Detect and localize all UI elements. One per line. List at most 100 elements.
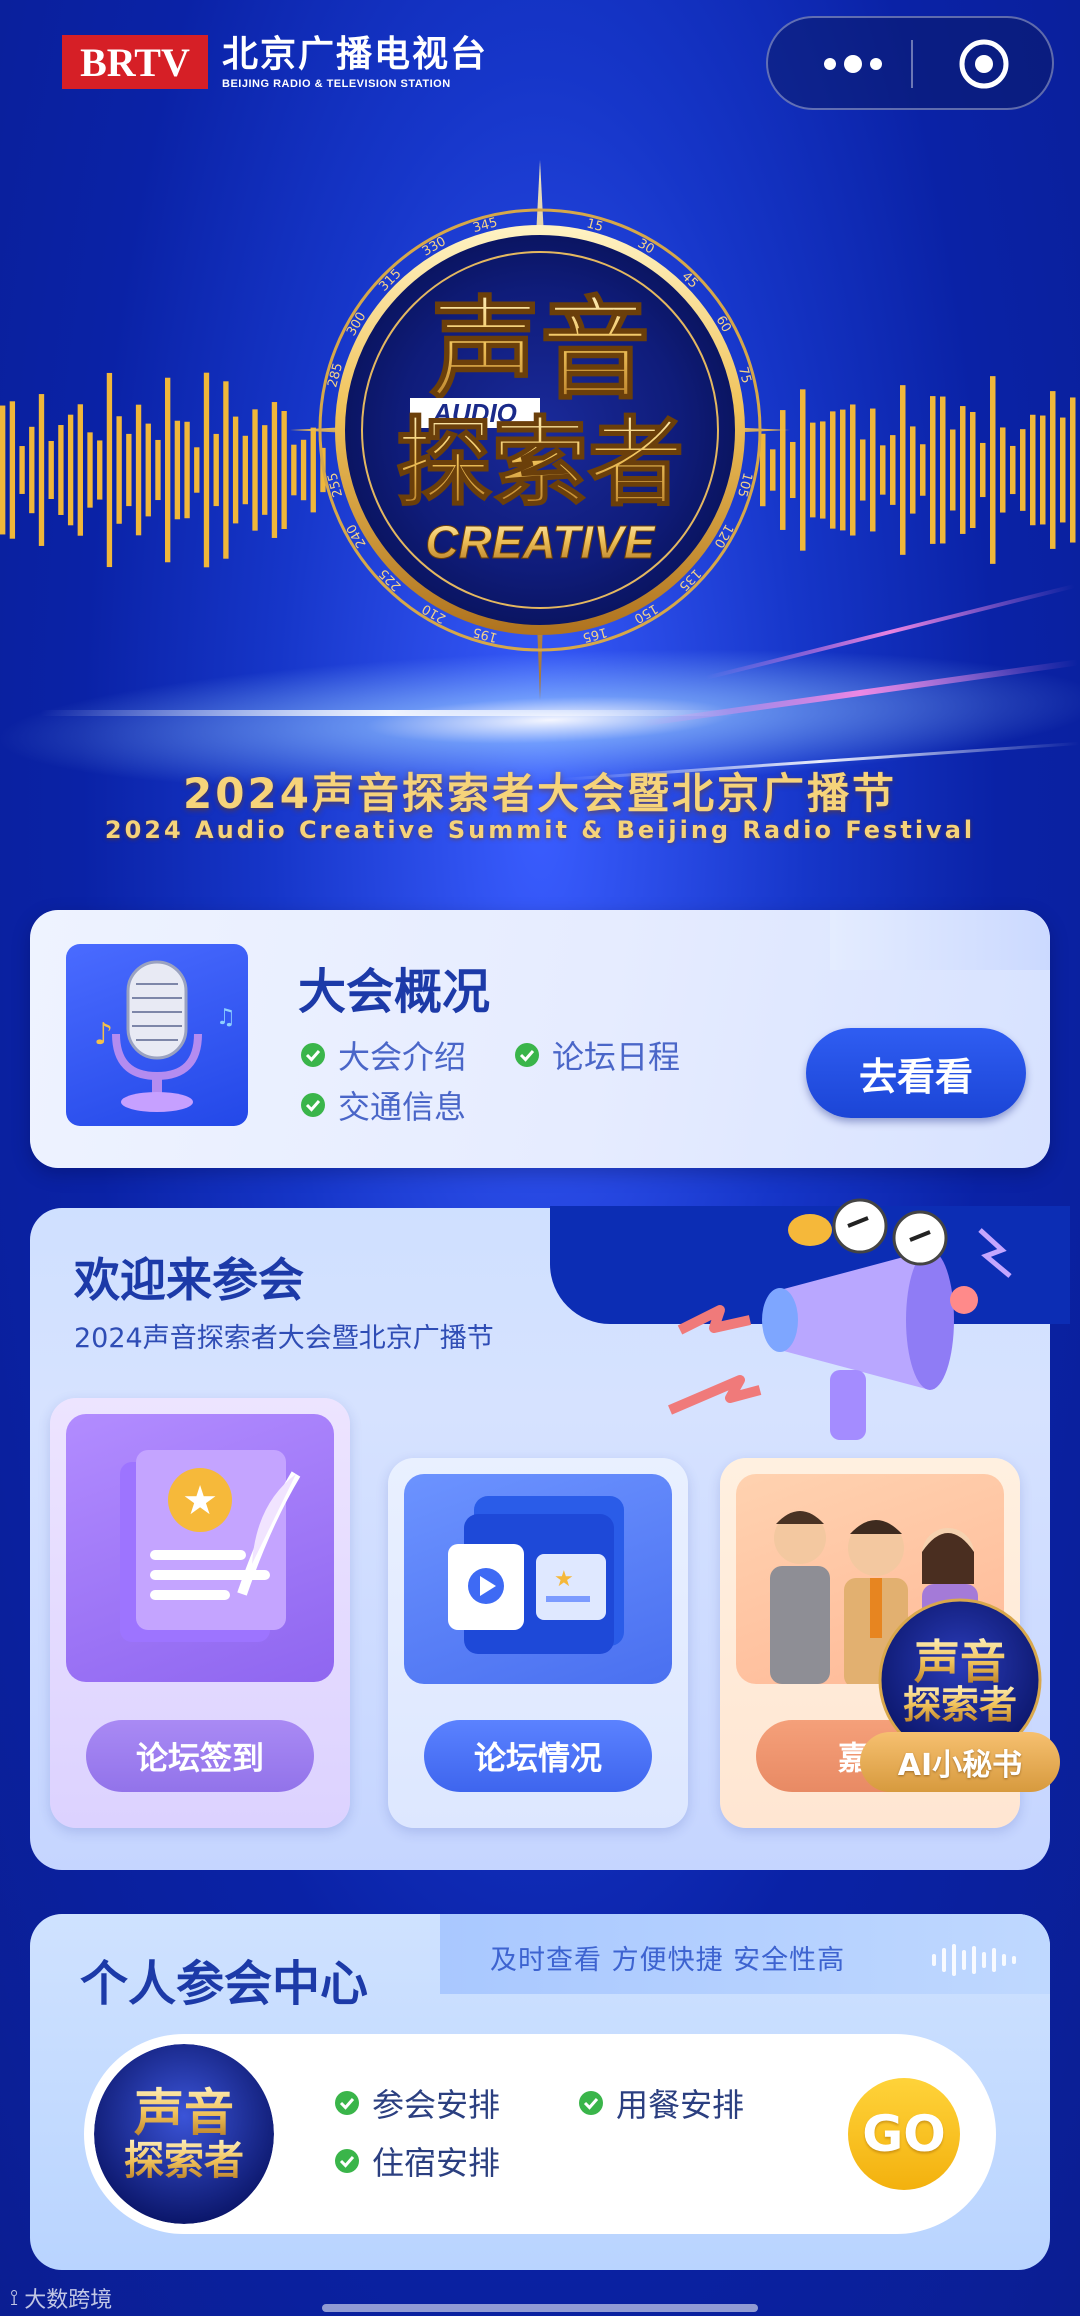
sign-in-button[interactable]: 论坛签到: [86, 1720, 314, 1792]
sound-bar: [281, 410, 287, 530]
check-icon: [335, 2149, 359, 2173]
sound-bar: [940, 396, 946, 544]
home-indicator[interactable]: [322, 2304, 758, 2312]
personal-center-panel[interactable]: 声音 探索者 参会安排 用餐安排 住宿安排 GO: [84, 2034, 996, 2234]
sound-bar: [930, 396, 936, 544]
personal-item-arrangement[interactable]: 参会安排: [334, 2080, 500, 2126]
personal-item-label: 参会安排: [372, 2086, 501, 2124]
personal-item-label: 住宿安排: [372, 2144, 501, 2182]
sound-bar: [870, 408, 876, 532]
sound-bar: [135, 404, 142, 536]
svg-text:探索者: 探索者: [903, 1683, 1017, 1727]
sound-bar: [106, 372, 113, 568]
sound-bar: [950, 429, 956, 511]
svg-text:探索者: 探索者: [124, 2138, 244, 2184]
sound-bar: [38, 394, 45, 546]
check-icon: [515, 1043, 539, 1067]
svg-text:声音: 声音: [914, 1635, 1006, 1689]
sound-bar: [262, 425, 268, 515]
personal-item-label: 用餐安排: [616, 2086, 745, 2124]
sound-wave-icon: [932, 1944, 1016, 1976]
sound-bar: [850, 404, 856, 536]
check-icon: [301, 1043, 325, 1067]
sound-bar: [830, 411, 836, 529]
sound-wave-left: [0, 372, 326, 568]
go-button[interactable]: GO: [848, 2078, 960, 2190]
sound-bar: [145, 423, 151, 517]
svg-text:★: ★: [554, 1567, 574, 1592]
overview-card-tab: [830, 910, 1050, 970]
event-title: 2024声音探索者大会暨北京广播节: [183, 769, 897, 818]
capsule-divider: [911, 40, 913, 88]
forum-status-button[interactable]: 论坛情况: [424, 1720, 652, 1792]
sound-bar: [1060, 417, 1066, 523]
event-subtitle: 2024 Audio Creative Summit & Beijing Rad…: [104, 816, 976, 844]
check-icon: [579, 2091, 603, 2115]
sound-bar: [242, 435, 248, 505]
welcome-title: 欢迎来参会: [74, 1253, 304, 1307]
app-screen: 345 15 30 45 60 75 105 120 135 150 165 195 210 225 240…: [0, 0, 1080, 2316]
sound-bar: [232, 416, 239, 524]
emblem-creative: CREATIVE: [425, 516, 655, 568]
watermark: ⟟ 大数跨境: [10, 2282, 112, 2314]
sound-bar: [910, 426, 916, 514]
personal-item-dining[interactable]: 用餐安排: [578, 2080, 744, 2126]
watermark-text: 大数跨境: [24, 2288, 113, 2313]
sign-in-book-icon: ★: [66, 1414, 334, 1682]
sound-bar: [271, 402, 278, 538]
sound-bar: [1050, 391, 1056, 549]
emblem-line1: 声音: [430, 286, 650, 414]
sound-bar: [980, 442, 986, 498]
overview-item-schedule[interactable]: 论坛日程: [514, 1032, 680, 1078]
check-icon: [335, 2091, 359, 2115]
personal-center-title: 个人参会中心: [80, 1956, 369, 2012]
tile-sign-in[interactable]: ★ 论坛签到: [50, 1398, 350, 1828]
tile-forum-status[interactable]: ★ 论坛情况: [388, 1458, 688, 1828]
sound-bar: [252, 409, 258, 531]
overview-item-traffic[interactable]: 交通信息: [300, 1082, 466, 1128]
svg-text:♪: ♪: [94, 1017, 113, 1052]
overview-item-label: 交通信息: [338, 1088, 467, 1126]
emblem-line2: 探索者: [396, 407, 684, 519]
sound-bar: [810, 422, 816, 518]
sound-bar: [0, 405, 6, 535]
sound-bar: [87, 432, 93, 508]
sound-bar: [1010, 445, 1016, 495]
overview-item-label: 论坛日程: [552, 1038, 681, 1076]
hero-banner: 345 15 30 45 60 75 105 120 135 150 165 195 210 225 240…: [0, 0, 1080, 920]
overview-item-label: 大会介绍: [338, 1038, 467, 1076]
sound-bar: [1040, 415, 1046, 525]
sound-bar: [820, 421, 826, 519]
ai-assistant-floating[interactable]: 声音 探索者 AI小秘书: [860, 1582, 1060, 1802]
target-icon[interactable]: [958, 38, 1010, 90]
event-avatar: 声音 探索者: [94, 2044, 274, 2224]
sound-bar: [126, 433, 132, 507]
sound-bar: [67, 414, 74, 526]
go-see-button[interactable]: 去看看: [806, 1028, 1026, 1118]
sound-bar: [860, 439, 866, 501]
sound-bar: [1020, 429, 1026, 511]
svg-text:声音: 声音: [134, 2084, 234, 2142]
svg-text:★: ★: [182, 1478, 218, 1524]
sound-bar: [58, 425, 64, 515]
sound-bar: [790, 441, 796, 499]
personal-item-lodging[interactable]: 住宿安排: [334, 2138, 500, 2184]
overview-item-intro[interactable]: 大会介绍: [300, 1032, 466, 1078]
brtv-badge: BRTV: [62, 35, 208, 89]
sound-bar: [48, 440, 54, 500]
brand-name-en: BEIJING RADIO & TELEVISION STATION: [222, 78, 451, 90]
sound-bar: [77, 404, 83, 536]
brtv-logo: BRTV 北京广播电视台 BEIJING RADIO & TELEVISION …: [62, 34, 488, 90]
sound-bar: [165, 377, 171, 563]
megaphone-mascot-icon: [668, 1198, 1012, 1440]
sound-bar: [1000, 427, 1006, 513]
sound-bar: [194, 447, 200, 493]
watermark-logo-icon: ⟟: [10, 2285, 19, 2311]
more-dots-icon[interactable]: [808, 46, 898, 82]
light-streak: [40, 710, 740, 716]
folder-video-icon: ★: [404, 1474, 672, 1684]
welcome-subtitle: 2024声音探索者大会暨北京广播节: [74, 1323, 494, 1354]
sound-bar: [990, 376, 996, 564]
ai-assistant-label[interactable]: AI小秘书: [860, 1732, 1060, 1792]
personal-center-card: 个人参会中心 及时查看 方便快捷 安全性高 声音 探索者 参会安排 用餐安排 住…: [30, 1914, 1050, 2270]
